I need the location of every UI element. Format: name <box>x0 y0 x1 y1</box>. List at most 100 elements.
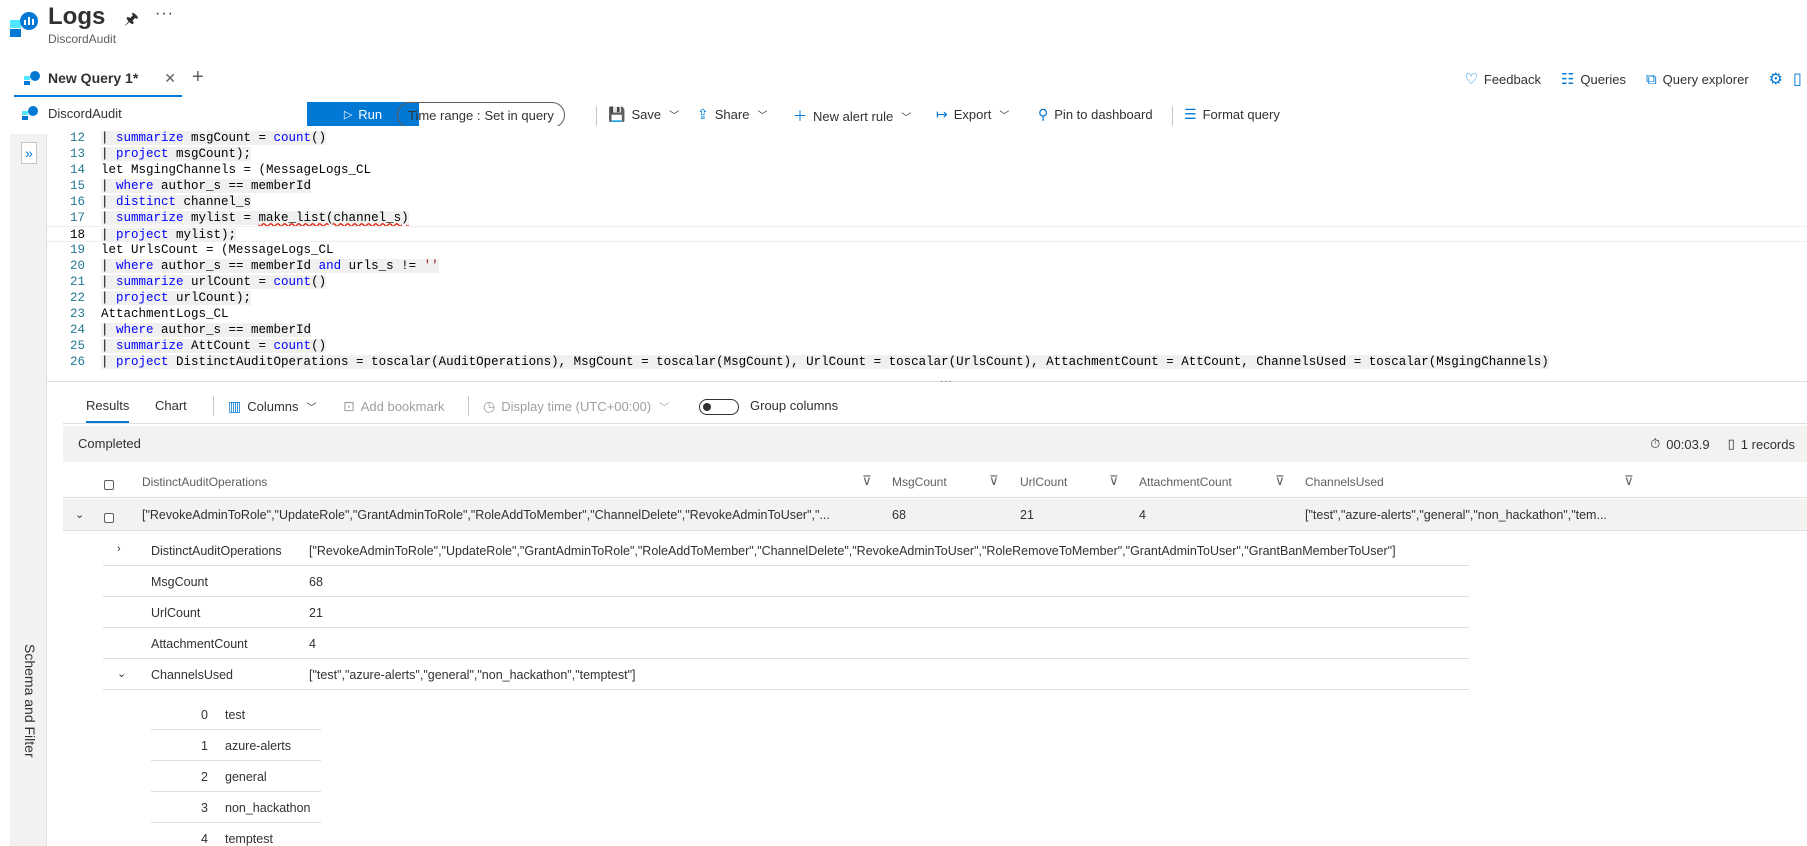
column-header[interactable]: UrlCount <box>1020 475 1067 489</box>
code-line: 15 | where author_s == memberId <box>69 179 312 193</box>
group-columns-toggle[interactable] <box>699 399 739 415</box>
page-subtitle: DiscordAudit <box>48 32 117 46</box>
divider <box>213 396 214 416</box>
book-icon[interactable]: ▯ <box>1793 69 1807 89</box>
code-line: 13 | project msgCount); <box>69 147 252 161</box>
group-columns-label: Group columns <box>750 398 839 413</box>
close-tab-icon[interactable]: ✕ <box>164 70 176 87</box>
cell-url-count: 21 <box>1020 508 1034 522</box>
column-header[interactable]: AttachmentCount <box>1139 475 1232 489</box>
pin-icon[interactable]: 🖈 <box>124 8 139 35</box>
list-item: 1 azure-alerts <box>151 730 321 761</box>
records-icon: ▯ <box>1727 436 1735 451</box>
page-header: Logs DiscordAudit 🖈 ··· <box>0 0 1807 52</box>
export-icon: ↦ <box>936 106 948 122</box>
format-icon: ☰ <box>1184 106 1197 122</box>
code-line: 21 | summarize urlCount = count() <box>69 275 327 289</box>
add-tab-icon[interactable]: + <box>192 66 204 89</box>
row-checkbox[interactable] <box>104 513 114 523</box>
divider <box>468 396 469 416</box>
query-editor[interactable]: 12 | summarize msgCount = count() 13 | pro… <box>47 126 1807 382</box>
code-line: 23 AttachmentLogs_CL <box>69 307 229 321</box>
clock-icon: ◷ <box>483 398 496 414</box>
cell-distinct-audit-operations: ["RevokeAdminToRole","UpdateRole","Grant… <box>142 508 830 522</box>
format-query-button[interactable]: ☰ Format query <box>1184 106 1280 123</box>
scope-selector[interactable]: DiscordAudit <box>22 105 122 121</box>
code-line: 16 | distinct channel_s <box>69 195 252 209</box>
time-range-picker[interactable]: Time range : Set in query <box>397 102 565 128</box>
chevron-right-icon[interactable]: › <box>117 543 121 555</box>
cell-attachment-count: 4 <box>1139 508 1146 522</box>
chevron-down-icon: ﹀ <box>659 403 670 414</box>
chevron-down-icon[interactable]: ⌄ <box>117 667 126 680</box>
query-tab-icon <box>24 70 40 85</box>
column-header[interactable]: DistinctAuditOperations <box>142 475 267 489</box>
workspace-icon <box>22 106 38 120</box>
export-button[interactable]: ↦ Export ﹀ <box>936 106 1009 123</box>
code-line: 26 | project DistinctAuditOperations = to… <box>69 355 1549 369</box>
tab-new-query-1[interactable]: New Query 1* ✕ <box>14 60 182 97</box>
record-count: 1 records <box>1740 436 1795 452</box>
queries-button[interactable]: ☷ Queries <box>1561 70 1626 88</box>
code-line: 17 | summarize mylist = make_list(channel… <box>69 211 409 225</box>
select-all-checkbox[interactable] <box>104 480 114 490</box>
code-line: 19 let UrlsCount = (MessageLogs_CL <box>69 243 334 257</box>
display-time-selector[interactable]: ◷ Display time (UTC+00:00) ﹀ <box>483 398 669 415</box>
tab-results[interactable]: Results <box>86 398 130 423</box>
new-alert-rule-button[interactable]: ＋ New alert rule ﹀ <box>793 106 911 126</box>
filter-icon[interactable]: ⊽ <box>1109 473 1119 489</box>
save-icon: 💾 <box>608 106 626 122</box>
share-icon: ⇪ <box>697 106 709 122</box>
feedback-button[interactable]: ♡ Feedback <box>1464 70 1541 88</box>
column-header[interactable]: ChannelsUsed <box>1305 475 1384 489</box>
results-toolbar: Results Chart ▥ Columns ﹀ ⊡ Add bookmark ◷ D… <box>63 388 1807 424</box>
status-text: Completed <box>78 436 141 451</box>
columns-button[interactable]: ▥ Columns ﹀ <box>228 398 317 415</box>
resize-handle[interactable]: ··· <box>940 376 953 387</box>
expand-panel-icon[interactable]: » <box>21 142 37 164</box>
chevron-down-icon: ﹀ <box>901 112 912 124</box>
logs-logo-icon <box>10 12 38 37</box>
cell-channels-used: ["test","azure-alerts","general","non_ha… <box>1305 508 1607 522</box>
cell-msg-count: 68 <box>892 508 906 522</box>
code-line: 22 | project urlCount); <box>69 291 252 305</box>
pin-to-dashboard-button[interactable]: ⚲ Pin to dashboard <box>1038 106 1153 123</box>
query-explorer-button[interactable]: ⧉ Query explorer <box>1646 71 1749 88</box>
code-line-current: 18 | project mylist); <box>47 226 1807 242</box>
add-bookmark-button[interactable]: ⊡ Add bookmark <box>343 398 445 415</box>
detail-row: UrlCount 21 <box>103 597 1469 628</box>
chevron-down-icon: ﹀ <box>669 111 680 122</box>
column-header[interactable]: MsgCount <box>892 475 947 489</box>
share-button[interactable]: ⇪ Share ﹀ <box>697 106 767 123</box>
collapse-row-icon[interactable]: ⌄ <box>75 508 84 521</box>
list-item: 0 test <box>151 699 321 730</box>
schema-filter-panel: » Schema and Filter <box>10 134 47 846</box>
bookmark-icon: ⊡ <box>343 398 355 414</box>
code-line: 24 | where author_s == memberId <box>69 323 312 337</box>
filter-icon[interactable]: ⊽ <box>1624 473 1634 489</box>
row-detail-panel: › DistinctAuditOperations ["RevokeAdminT… <box>103 535 1469 690</box>
results-table-header: DistinctAuditOperations ⊽ MsgCount ⊽ Url… <box>63 466 1807 498</box>
chevron-down-icon: ﹀ <box>306 403 317 414</box>
list-icon: ☷ <box>1560 71 1575 88</box>
schema-filter-label[interactable]: Schema and Filter <box>22 644 38 758</box>
filter-icon[interactable]: ⊽ <box>989 473 999 489</box>
code-line: 12 | summarize msgCount = count() <box>69 131 327 145</box>
tab-chart[interactable]: Chart <box>155 398 187 413</box>
filter-icon[interactable]: ⊽ <box>1275 473 1285 489</box>
page-title: Logs <box>48 3 106 30</box>
chevron-down-icon: ﹀ <box>757 111 768 122</box>
table-row[interactable]: ⌄ ["RevokeAdminToRole","UpdateRole","Gra… <box>63 499 1807 531</box>
detail-row: ⌄ ChannelsUsed ["test","azure-alerts","g… <box>103 659 1469 690</box>
query-tab-bar: New Query 1* ✕ + ♡ Feedback ☷ Queries ⧉ Que… <box>0 60 1807 97</box>
code-line: 25 | summarize AttCount = count() <box>69 339 327 353</box>
filter-icon[interactable]: ⊽ <box>862 473 872 489</box>
tab-label: New Query 1* <box>48 69 139 86</box>
save-button[interactable]: 💾 Save ﹀ <box>608 106 679 123</box>
list-item: 3 non_hackathon <box>151 792 321 823</box>
columns-icon: ▥ <box>228 398 242 414</box>
query-explorer-icon: ⧉ <box>1645 70 1657 88</box>
gear-icon[interactable]: ⚙ <box>1769 69 1783 89</box>
more-options-icon[interactable]: ··· <box>155 5 174 23</box>
detail-row: AttachmentCount 4 <box>103 628 1469 659</box>
